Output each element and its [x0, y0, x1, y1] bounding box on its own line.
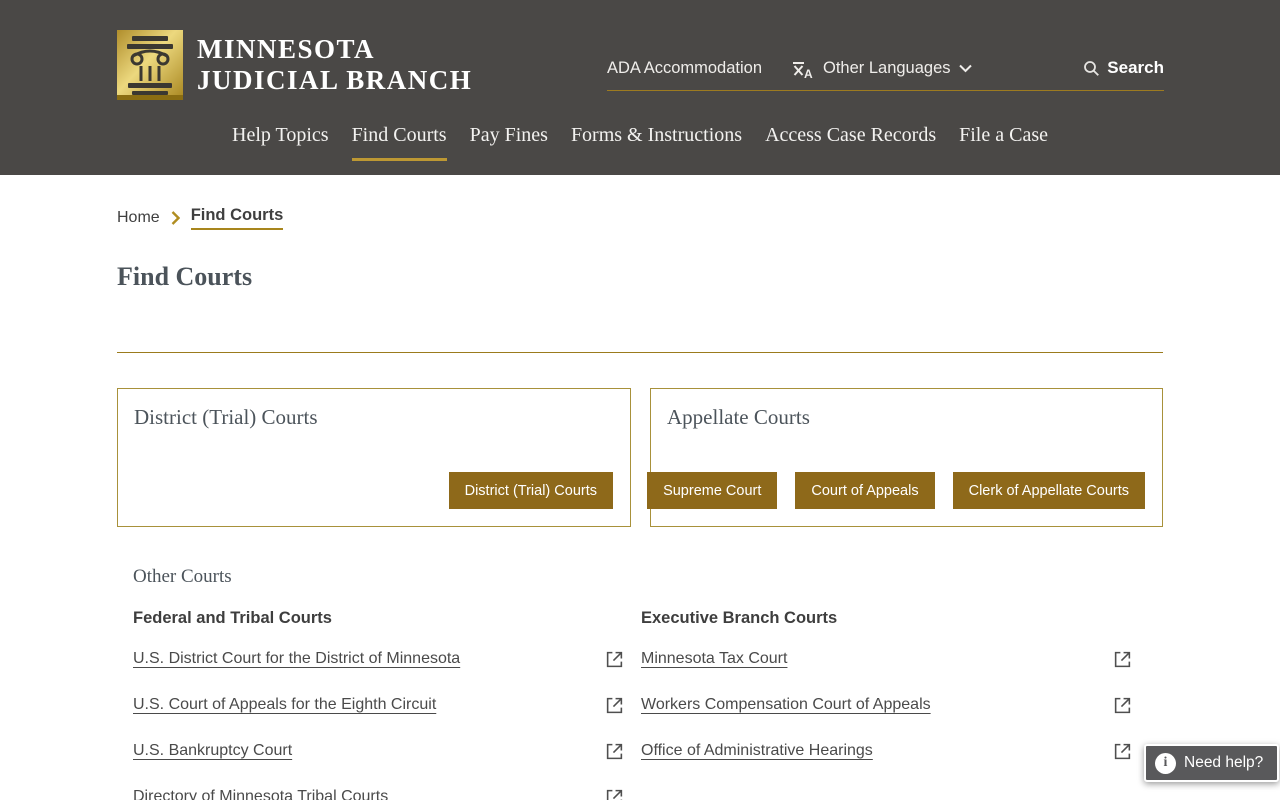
logo-line-2: JUDICIAL BRANCH: [197, 65, 473, 95]
external-link-icon[interactable]: [605, 742, 624, 761]
supreme-court-button[interactable]: Supreme Court: [647, 472, 778, 509]
info-icon: i: [1155, 752, 1176, 774]
court-of-appeals-button[interactable]: Court of Appeals: [795, 472, 935, 509]
card-title-appellate: Appellate Courts: [667, 405, 810, 429]
column-heading-executive-branch: Executive Branch Courts: [641, 609, 838, 627]
mn-tax-court-link[interactable]: Minnesota Tax Court: [641, 650, 787, 668]
external-link-icon[interactable]: [605, 696, 624, 715]
us-court-of-appeals-link[interactable]: U.S. Court of Appeals for the Eighth Cir…: [133, 696, 436, 714]
breadcrumb-chevron-icon: [171, 211, 180, 225]
nav-item-find-courts[interactable]: Find Courts: [351, 124, 447, 161]
nav-item-pay-fines[interactable]: Pay Fines: [470, 124, 548, 161]
translate-icon: A: [793, 61, 813, 80]
link-row: Office of Administrative Hearings: [641, 742, 1132, 788]
site-header: MINNESOTA JUDICIAL BRANCH ADA Accommodat…: [0, 0, 1280, 175]
utility-nav: ADA Accommodation A Other Languages Sear…: [607, 46, 1164, 91]
us-district-court-link[interactable]: U.S. District Court for the District of …: [133, 650, 460, 668]
link-row: Minnesota Tax Court: [641, 650, 1132, 696]
us-bankruptcy-court-link[interactable]: U.S. Bankruptcy Court: [133, 742, 292, 760]
nav-item-file-a-case[interactable]: File a Case: [959, 124, 1048, 161]
federal-tribal-courts-column: Federal and Tribal Courts U.S. District …: [133, 609, 624, 800]
link-row: U.S. District Court for the District of …: [133, 650, 624, 696]
breadcrumb-current[interactable]: Find Courts: [190, 206, 284, 230]
need-help-label: Need help?: [1184, 754, 1264, 771]
link-row: U.S. Bankruptcy Court: [133, 742, 624, 788]
column-icon: [117, 30, 183, 100]
workers-comp-court-link[interactable]: Workers Compensation Court of Appeals: [641, 696, 931, 714]
search-label: Search: [1107, 58, 1164, 77]
external-link-icon[interactable]: [1113, 696, 1132, 715]
link-row: Directory of Minnesota Tribal Courts: [133, 788, 624, 800]
external-link-icon[interactable]: [1113, 742, 1132, 761]
card-title-district: District (Trial) Courts: [134, 405, 318, 429]
section-divider: [117, 352, 1163, 353]
nav-item-access-case-records[interactable]: Access Case Records: [765, 124, 936, 161]
logo-line-1: MINNESOTA: [197, 34, 376, 64]
tribal-courts-directory-link[interactable]: Directory of Minnesota Tribal Courts: [133, 788, 388, 800]
other-languages-menu[interactable]: A Other Languages: [790, 57, 972, 80]
admin-hearings-office-link[interactable]: Office of Administrative Hearings: [641, 742, 873, 760]
ada-accommodation-link[interactable]: ADA Accommodation: [607, 59, 762, 78]
logo-text: MINNESOTA JUDICIAL BRANCH: [197, 34, 537, 96]
other-languages-label: Other Languages: [823, 58, 951, 77]
nav-item-forms-instructions[interactable]: Forms & Instructions: [571, 124, 742, 161]
other-courts-title: Other Courts: [133, 566, 232, 587]
district-trial-courts-button[interactable]: District (Trial) Courts: [448, 472, 613, 509]
other-courts-section: Other Courts Federal and Tribal Courts U…: [133, 566, 1164, 800]
column-heading-federal-tribal: Federal and Tribal Courts: [133, 609, 332, 627]
link-row: U.S. Court of Appeals for the Eighth Cir…: [133, 696, 624, 742]
external-link-icon[interactable]: [605, 650, 624, 669]
link-row: Workers Compensation Court of Appeals: [641, 696, 1132, 742]
breadcrumb: Home Find Courts: [117, 206, 284, 230]
district-card-buttons: District (Trial) Courts: [448, 472, 613, 509]
executive-branch-courts-column: Executive Branch Courts Minnesota Tax Co…: [641, 609, 1132, 800]
appellate-courts-card: Appellate Courts Supreme Court Court of …: [647, 388, 1163, 527]
chevron-down-icon: [958, 64, 972, 72]
main-nav: Help Topics Find Courts Pay Fines Forms …: [0, 124, 1280, 161]
external-link-icon[interactable]: [1113, 650, 1132, 669]
district-trial-courts-card: District (Trial) Courts District (Trial)…: [117, 388, 631, 527]
search-icon: [1084, 60, 1100, 76]
nav-item-help-topics[interactable]: Help Topics: [232, 124, 329, 161]
svg-text:A: A: [804, 67, 813, 80]
appellate-card-buttons: Supreme Court Court of Appeals Clerk of …: [647, 472, 1145, 509]
breadcrumb-home-link[interactable]: Home: [117, 209, 160, 227]
need-help-button[interactable]: i Need help?: [1144, 744, 1280, 782]
search-button[interactable]: Search: [1083, 58, 1164, 78]
other-courts-columns: Federal and Tribal Courts U.S. District …: [133, 609, 1164, 800]
clerk-of-appellate-courts-button[interactable]: Clerk of Appellate Courts: [952, 472, 1145, 509]
page-title: Find Courts: [117, 262, 253, 291]
mjb-logo[interactable]: MINNESOTA JUDICIAL BRANCH: [117, 30, 471, 100]
external-link-icon[interactable]: [605, 788, 624, 800]
